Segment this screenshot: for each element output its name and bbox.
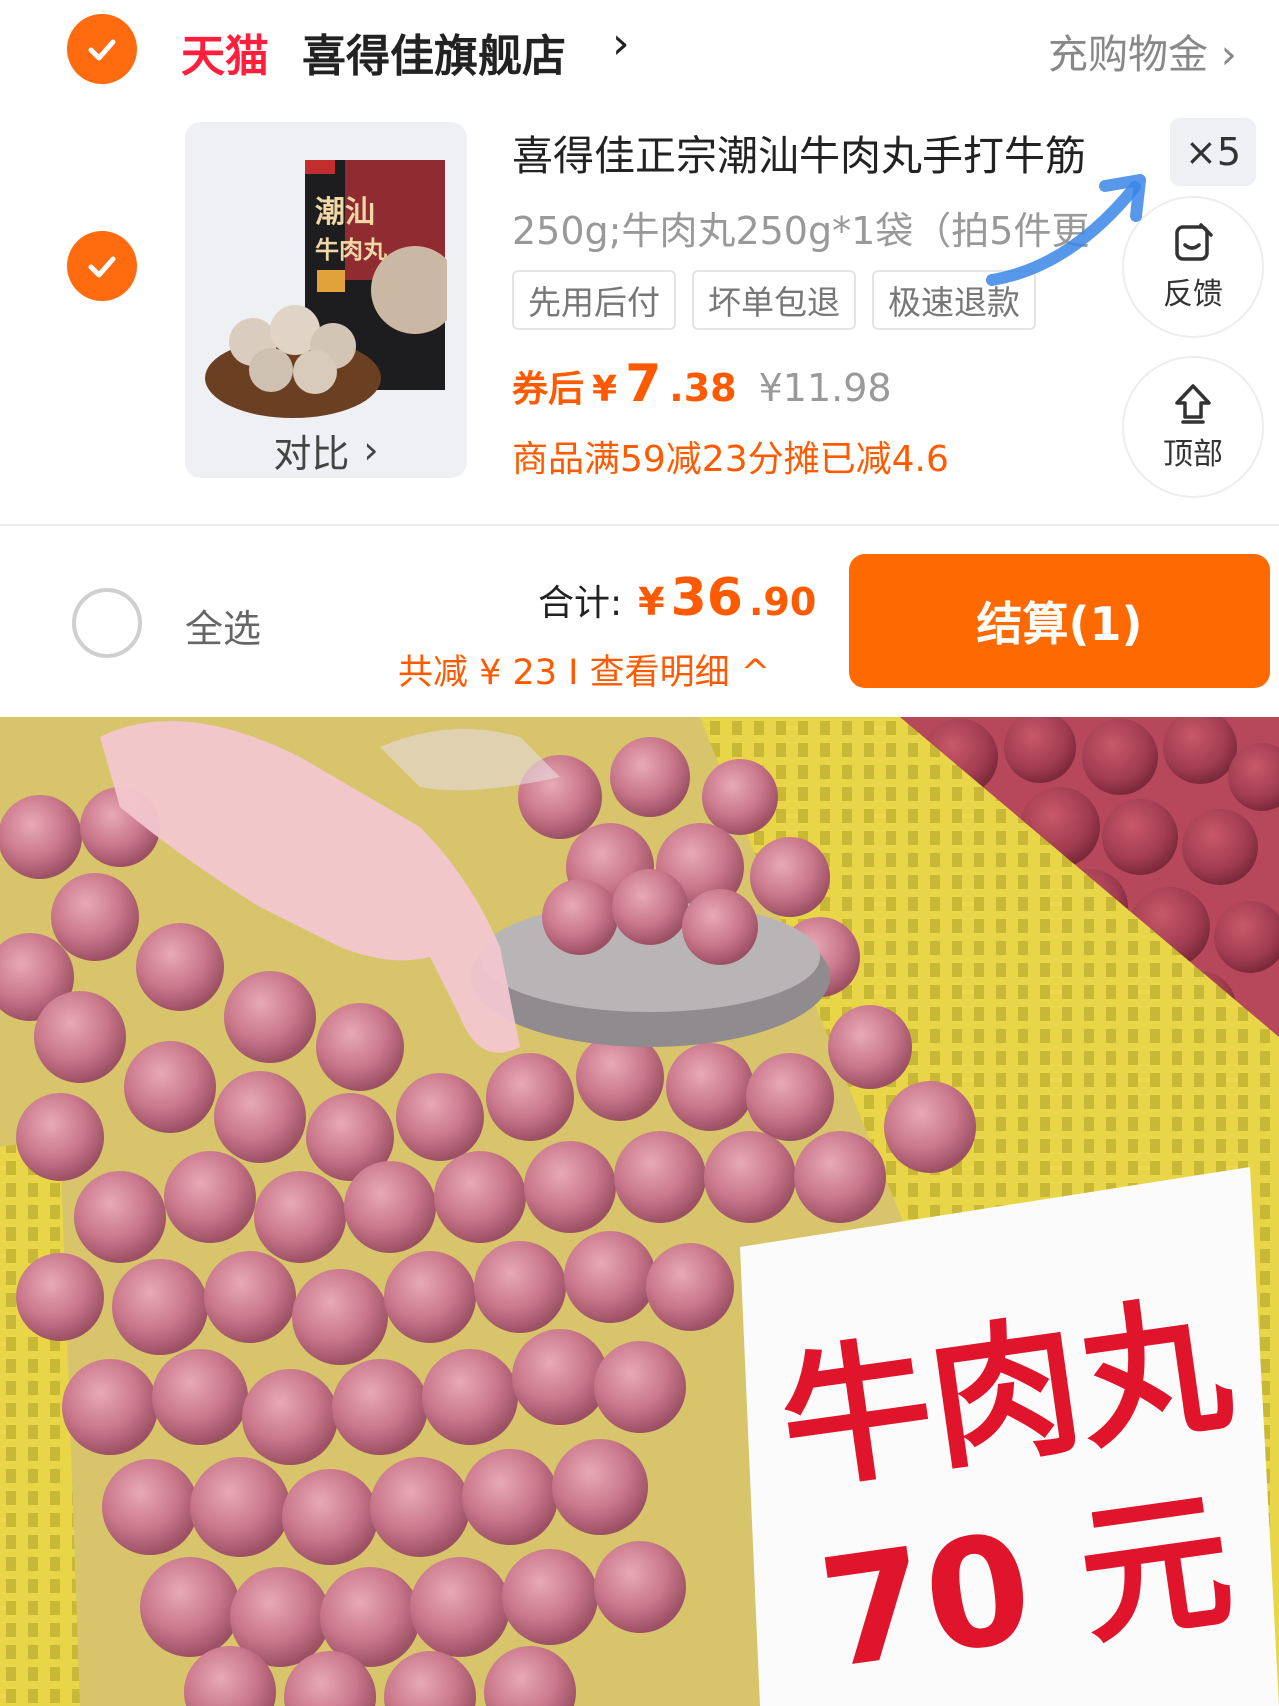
price-decimal: .38 xyxy=(669,366,737,410)
store-checkbox[interactable] xyxy=(67,14,137,84)
item-checkbox[interactable] xyxy=(67,231,137,301)
original-price: ¥11.98 xyxy=(758,366,892,410)
product-package-image: 潮汕 牛肉丸 xyxy=(205,140,447,430)
market-photo: 牛肉丸 70 元 xyxy=(0,717,1279,1706)
compare-label: 对比 xyxy=(273,431,350,476)
chevron-right-icon: › xyxy=(363,428,379,472)
back-to-top-button[interactable]: 顶部 xyxy=(1122,356,1264,498)
store-name-link[interactable]: 喜得佳旗舰店 xyxy=(302,20,566,84)
currency-symbol: ¥ xyxy=(592,369,618,410)
svg-text:潮汕: 潮汕 xyxy=(315,195,375,230)
shopping-gold-link[interactable]: 充购物金 › xyxy=(1048,22,1237,80)
check-icon xyxy=(88,39,116,61)
divider xyxy=(0,524,1279,526)
coupon-price-label: 券后 xyxy=(512,369,585,410)
select-all-checkbox[interactable] xyxy=(72,588,142,658)
tmall-tag: 天猫 xyxy=(181,31,269,82)
top-label: 顶部 xyxy=(1163,437,1223,472)
quantity-badge[interactable]: ×5 xyxy=(1170,118,1256,186)
arrow-up-icon xyxy=(1175,384,1211,424)
chevron-right-icon[interactable]: › xyxy=(612,18,630,69)
feedback-label: 反馈 xyxy=(1163,277,1223,312)
currency-symbol: ¥ xyxy=(638,580,665,624)
feedback-icon xyxy=(1175,223,1213,261)
total-integer: 36 xyxy=(670,568,743,628)
check-icon xyxy=(88,256,116,278)
price-sign: 牛肉丸 70 元 xyxy=(740,1167,1279,1706)
compare-button[interactable]: 对比 › xyxy=(185,422,467,478)
select-all-label[interactable]: 全选 xyxy=(185,598,261,653)
price-row: 券后 ¥ 7 .38 ¥11.98 xyxy=(512,354,892,414)
cart-card: 天猫 喜得佳旗舰店 › 充购物金 › 潮汕 牛肉丸 对比 › 喜得佳正宗潮汕牛肉… xyxy=(0,0,1279,717)
service-tag: 先用后付 xyxy=(512,270,676,330)
savings-detail-link[interactable]: 共减 ¥ 23 I 查看明细 ^ xyxy=(398,644,770,695)
price-integer: 7 xyxy=(625,354,662,414)
total-decimal: .90 xyxy=(748,580,817,624)
svg-text:牛肉丸: 牛肉丸 xyxy=(315,236,388,264)
total-price: 合计: ¥ 36 .90 xyxy=(538,568,816,628)
product-thumbnail[interactable]: 潮汕 牛肉丸 对比 › xyxy=(185,122,467,478)
service-tag: 坏单包退 xyxy=(692,270,856,330)
annotation-arrow-icon xyxy=(986,174,1146,286)
service-tags: 先用后付 坏单包退 极速退款 xyxy=(512,270,1036,330)
total-label: 合计: xyxy=(538,583,623,624)
checkout-button[interactable]: 结算(1) xyxy=(849,554,1270,688)
beef-ball-basket-image: 牛肉丸 70 元 xyxy=(0,717,1279,1706)
promo-text: 商品满59减23分摊已减4.6 xyxy=(512,439,949,480)
store-header: 天猫 喜得佳旗舰店 › 充购物金 › xyxy=(0,0,1279,100)
